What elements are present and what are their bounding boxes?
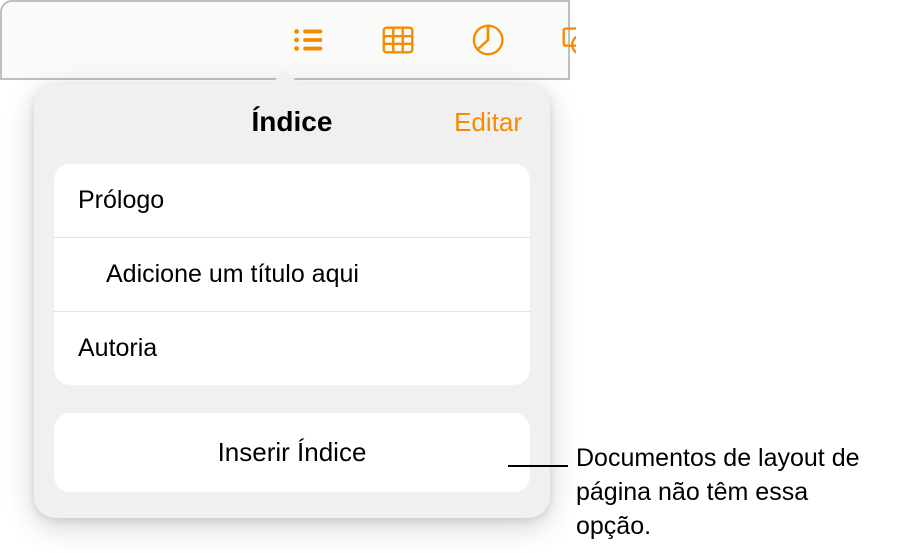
toolbar-icons-group: [288, 20, 576, 60]
chart-icon[interactable]: [468, 20, 508, 60]
shape-icon[interactable]: [558, 20, 576, 60]
toc-list: Prólogo Adicione um título aqui Autoria: [54, 164, 530, 385]
insert-toc-button[interactable]: Inserir Índice: [54, 413, 530, 492]
callout-line: [508, 465, 568, 467]
toc-item-prologo[interactable]: Prólogo: [54, 164, 530, 238]
toolbar: [0, 0, 570, 80]
toc-popover: Índice Editar Prólogo Adicione um título…: [34, 84, 550, 518]
toc-item-subtitle[interactable]: Adicione um título aqui: [54, 238, 530, 312]
list-icon[interactable]: [288, 20, 328, 60]
callout-annotation: Documentos de layout de página não têm e…: [576, 442, 886, 543]
toc-item-autoria[interactable]: Autoria: [54, 312, 530, 385]
callout-text: Documentos de layout de página não têm e…: [576, 442, 886, 543]
table-icon[interactable]: [378, 20, 418, 60]
popover-header: Índice Editar: [54, 106, 530, 138]
popover-title: Índice: [252, 106, 333, 138]
edit-button[interactable]: Editar: [454, 107, 522, 138]
